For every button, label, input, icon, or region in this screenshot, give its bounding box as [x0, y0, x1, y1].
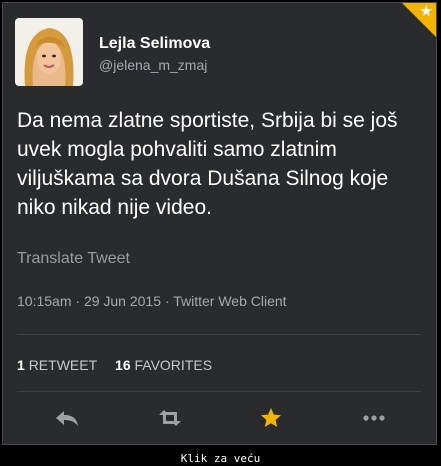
action-bar: [3, 403, 438, 433]
favorited-star-icon: ★: [419, 2, 433, 20]
tweet-time[interactable]: 10:15am: [17, 293, 71, 309]
tweet-date[interactable]: 29 Jun 2015: [84, 293, 161, 309]
favorite-star-icon[interactable]: [256, 403, 286, 433]
tweet-text: Da nema zlatne sportiste, Srbija bi se j…: [17, 109, 398, 219]
divider: [17, 334, 421, 335]
divider: [17, 391, 421, 392]
user-handle[interactable]: @jelena_m_zmaj: [99, 57, 207, 73]
enlarge-caption-link[interactable]: Klik za veću: [0, 452, 441, 465]
retweet-stat[interactable]: 1 RETWEET: [17, 357, 97, 373]
tweet-meta: 10:15am · 29 Jun 2015 · Twitter Web Clie…: [17, 293, 287, 309]
tweet-card: ★ Lejla Selimova @jelena_m_zmaj Da nema …: [2, 2, 437, 445]
reply-icon[interactable]: [52, 403, 82, 433]
more-dots-icon[interactable]: [359, 403, 389, 433]
tweet-stats: 1 RETWEET 16 FAVORITES: [17, 357, 226, 373]
meta-separator: ·: [71, 293, 84, 309]
meta-separator: ·: [161, 293, 174, 309]
avatar[interactable]: [15, 18, 83, 86]
tweet-client[interactable]: Twitter Web Client: [173, 293, 286, 309]
retweet-icon[interactable]: [155, 403, 185, 433]
display-name[interactable]: Lejla Selimova: [99, 35, 210, 53]
favorites-stat[interactable]: 16 FAVORITES: [115, 357, 212, 373]
translate-tweet-link[interactable]: Translate Tweet: [17, 250, 130, 268]
